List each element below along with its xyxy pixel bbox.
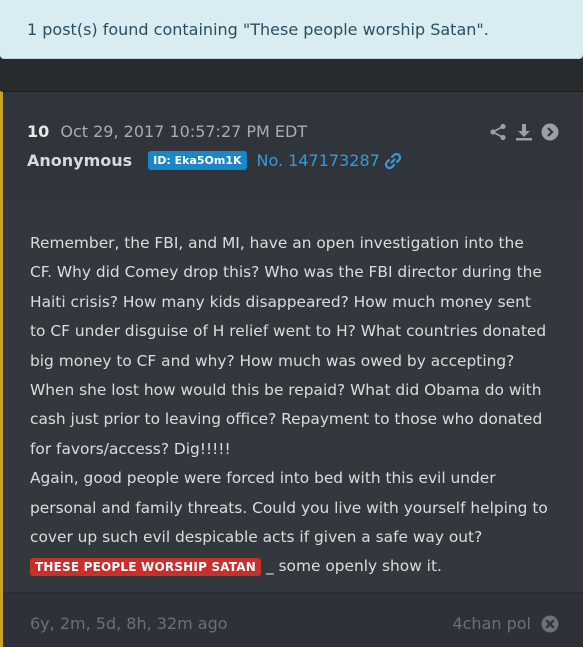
post-no-text[interactable]: No. 147173287 xyxy=(257,151,380,170)
post-paragraph: Again, good people were forced into bed … xyxy=(30,464,550,583)
post-timestamp: Oct 29, 2017 10:57:27 PM EDT xyxy=(60,122,308,141)
close-circle-icon[interactable] xyxy=(541,615,559,633)
author-line: Anonymous ID: Eka5Om1K No. 147173287 xyxy=(27,151,402,170)
page: 1 post(s) found containing "These people… xyxy=(0,0,583,647)
download-icon[interactable] xyxy=(515,123,533,141)
post-number: 10 xyxy=(27,122,50,141)
post-paragraph: Remember, the FBI, and MI, have an open … xyxy=(30,234,547,458)
post-paragraph-tail: _ some openly show it. xyxy=(261,557,442,576)
post-header: 10 Oct 29, 2017 10:57:27 PM EDT Anonymou… xyxy=(3,92,583,200)
post-number-link[interactable]: No. 147173287 xyxy=(257,151,402,170)
poster-id-badge[interactable]: ID: Eka5Om1K xyxy=(148,151,247,170)
post-footer: 6y, 2m, 5d, 8h, 32m ago 4chan pol xyxy=(3,592,583,647)
share-icon[interactable] xyxy=(489,123,507,141)
post-card: 10 Oct 29, 2017 10:57:27 PM EDT Anonymou… xyxy=(0,91,583,647)
post-actions xyxy=(489,123,559,141)
post-paragraph-text: Again, good people were forced into bed … xyxy=(30,469,548,547)
post-source: 4chan pol xyxy=(452,593,559,647)
search-result-text: 1 post(s) found containing "These people… xyxy=(27,20,489,39)
source-label: 4chan pol xyxy=(452,614,531,633)
search-result-alert: 1 post(s) found containing "These people… xyxy=(0,0,583,59)
post-age: 6y, 2m, 5d, 8h, 32m ago xyxy=(30,614,228,633)
post-meta: 10 Oct 29, 2017 10:57:27 PM EDT xyxy=(27,122,307,141)
link-icon xyxy=(384,152,401,169)
post-body: Remember, the FBI, and MI, have an open … xyxy=(30,229,550,583)
author-name: Anonymous xyxy=(27,151,133,170)
arrow-right-circle-icon[interactable] xyxy=(541,123,559,141)
search-highlight: THESE PEOPLE WORSHIP SATAN xyxy=(30,558,262,577)
